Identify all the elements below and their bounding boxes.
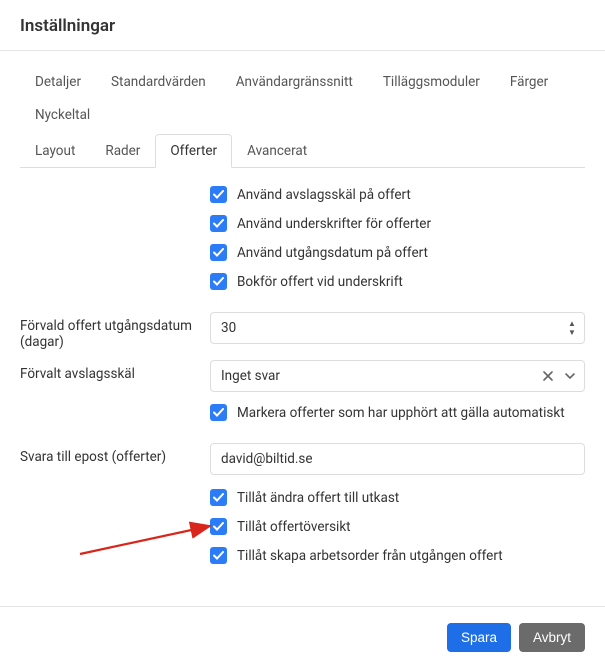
tab-standardvarden[interactable]: Standardvärden [96, 65, 221, 98]
checkmark-icon [210, 404, 227, 421]
save-button[interactable]: Spara [447, 623, 511, 652]
clear-icon[interactable] [542, 370, 554, 382]
tab-offerter[interactable]: Offerter [155, 134, 232, 168]
checkbox-markera-upphort[interactable]: Markera offerter som har upphört att gäl… [210, 404, 585, 421]
checkbox-label: Använd utgångsdatum på offert [237, 245, 428, 261]
checkmark-icon [210, 186, 227, 203]
checkbox-avslagsskael[interactable]: Använd avslagsskäl på offert [210, 186, 585, 203]
checkbox-tillat-oversikt[interactable]: Tillåt offertöversikt [210, 518, 585, 535]
page-title: Inställningar [0, 0, 605, 50]
checkmark-icon [210, 215, 227, 232]
tabs-row-1: Detaljer Standardvärden Användargränssni… [20, 65, 585, 131]
checkbox-label: Tillåt skapa arbetsorder från utgången o… [237, 548, 503, 564]
input-value: 30 [221, 320, 236, 336]
tab-nyckeltal[interactable]: Nyckeltal [20, 98, 105, 131]
checkmark-icon [210, 489, 227, 506]
stepper-down-icon: ▼ [564, 329, 580, 337]
checkbox-label: Tillåt ändra offert till utkast [237, 490, 399, 506]
label-forvald-utgang: Förvald offert utgångsdatum (dagar) [20, 312, 210, 350]
stepper-up-icon: ▲ [564, 320, 580, 328]
checkbox-label: Använd underskrifter för offerter [237, 216, 431, 232]
checkmark-icon [210, 518, 227, 535]
tab-farger[interactable]: Färger [495, 65, 563, 98]
checkbox-label: Tillåt offertöversikt [237, 519, 351, 535]
checkmark-icon [210, 273, 227, 290]
checkbox-utgangsdatum[interactable]: Använd utgångsdatum på offert [210, 244, 585, 261]
label-forvalt-avslag: Förvalt avslagsskäl [20, 360, 210, 382]
checkbox-tillat-andra[interactable]: Tillåt ändra offert till utkast [210, 489, 585, 506]
chevron-down-icon [564, 372, 576, 380]
input-value: david@biltid.se [221, 451, 313, 467]
tab-layout[interactable]: Layout [20, 134, 90, 168]
tab-avancerat[interactable]: Avancerat [232, 134, 322, 168]
tab-detaljer[interactable]: Detaljer [20, 65, 96, 98]
label-svara-epost: Svara till epost (offerter) [20, 443, 210, 465]
checkmark-icon [210, 547, 227, 564]
tabs-row-2: Layout Rader Offerter Avancerat [20, 133, 585, 168]
checkbox-label: Markera offerter som har upphört att gäl… [237, 405, 565, 421]
checkbox-tillat-skapa[interactable]: Tillåt skapa arbetsorder från utgången o… [210, 547, 585, 564]
tab-rader[interactable]: Rader [90, 134, 155, 168]
tab-anvandargranssnitt[interactable]: Användargränssnitt [221, 65, 368, 98]
input-dagar[interactable]: 30 ▲ ▼ [210, 312, 585, 344]
cancel-button[interactable]: Avbryt [519, 623, 585, 652]
checkbox-label: Bokför offert vid underskrift [237, 274, 403, 290]
select-avslag[interactable]: Inget svar [210, 360, 585, 392]
number-stepper[interactable]: ▲ ▼ [564, 315, 580, 341]
checkbox-bokfor[interactable]: Bokför offert vid underskrift [210, 273, 585, 290]
checkmark-icon [210, 244, 227, 261]
select-value: Inget svar [221, 368, 280, 384]
input-epost[interactable]: david@biltid.se [210, 443, 585, 475]
checkbox-underskrifter[interactable]: Använd underskrifter för offerter [210, 215, 585, 232]
tab-tillaggsmoduler[interactable]: Tilläggsmoduler [368, 65, 495, 98]
checkbox-label: Använd avslagsskäl på offert [237, 187, 411, 203]
